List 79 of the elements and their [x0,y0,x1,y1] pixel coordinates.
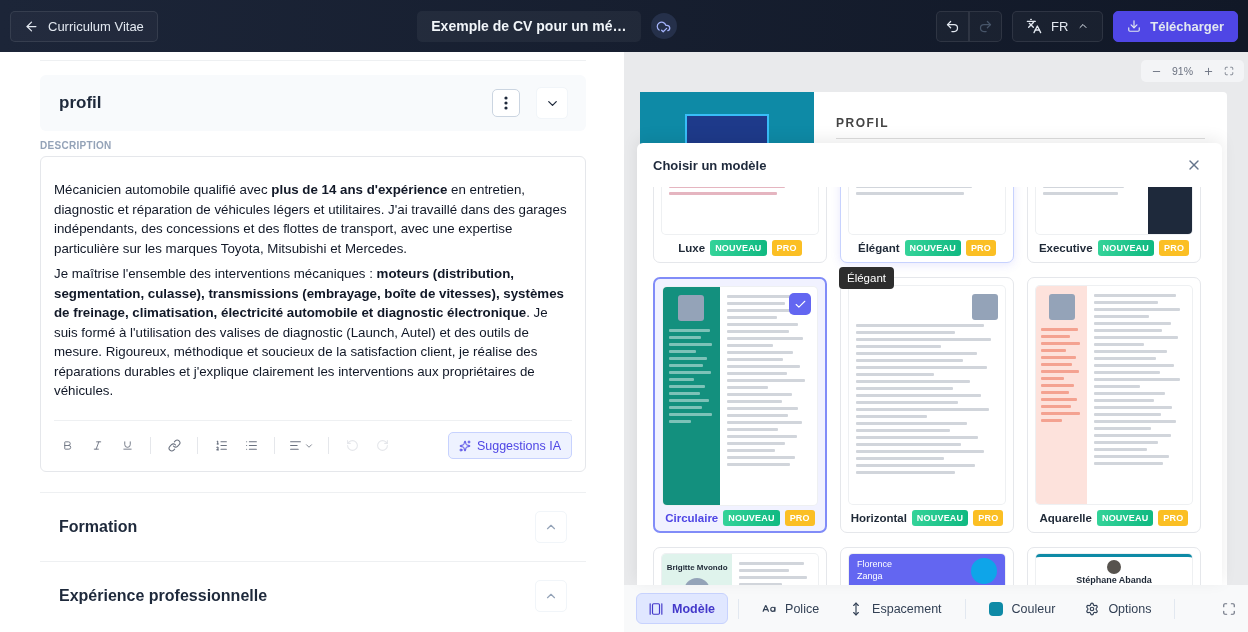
template-badge: NOUVEAU [723,510,780,526]
fullscreen-icon [1222,601,1236,616]
undo-button[interactable] [935,10,969,42]
template-badge: PRO [784,510,815,526]
template-card[interactable]: Stéphane Abanda [1027,547,1201,585]
section-title: profil [59,93,103,113]
more-options-button[interactable] [492,89,520,117]
template-name: Executive [1038,242,1093,254]
preview-name: Brigitte Mvondo [665,562,729,574]
download-icon [1127,19,1142,33]
template-card[interactable]: Executive NOUVEAU PRO [1027,187,1201,263]
bold-icon [61,440,73,451]
toolbar-tab[interactable]: Modèle [636,593,729,624]
section-title: Expérience professionnelle [59,586,269,605]
align-left-icon [289,439,302,452]
template-name: Aquarelle [1039,512,1092,524]
language-selector[interactable]: FR [1011,10,1104,42]
template-card[interactable]: Luxe NOUVEAU PRO [653,187,827,263]
dialog-title: Choisir un modèle [653,157,768,173]
rich-text-editor[interactable] [40,156,586,472]
template-badge: PRO [965,240,997,256]
translate-icon [1025,18,1042,34]
expand-icon [1224,66,1234,76]
template-card[interactable]: Aquarelle NOUVEAU PRO [1027,277,1201,533]
description-paragraph: Mécanicien automobile qualifié avec plus de 14 ans d'expérience en entretien, diagnostic et réparation de véhicules légers et utilitaires. J'ai travaillé dans des garages indépendants, des concessions et des flottes de transport, avec une expertise particulière sur les marques Toyota, Mitsubishi et Mercedes. [54,181,568,258]
template-badge: PRO [1159,240,1190,256]
template-card[interactable]: Élégant NOUVEAU PRO [840,187,1014,263]
template-badge: NOUVEAU [1097,240,1154,256]
cloud-saved-button[interactable] [650,13,677,39]
toolbar-tab[interactable]: Couleur [975,593,1069,624]
carousel-icon [649,601,663,616]
bullet-list-icon [244,439,258,452]
underline-icon [121,440,133,451]
zoom-in-button[interactable] [1203,65,1214,77]
arrow-left-icon [24,18,39,34]
zoom-level: 91% [1172,65,1193,77]
redo-icon [375,439,389,452]
description-paragraph: Je maîtrise l'ensemble des interventions mécaniques : moteurs (distribution, segmentation, culasse), transmissions (embrayage, boîte de vitesses), systèmes de freinage, climatisation, électricité automobile et diagnostic électronique. Je suis formé à l'utilisation des valises de diagnostic (Launch, Autel) et des outils de mesure. Rigoureux, méthodique et soucieux de la satisfaction client, je réalise des réparations durables et j'explique clairement les interventions aux propriétaires de véhicules. [54,265,565,400]
collapse-button[interactable] [536,87,568,119]
fullscreen-button[interactable] [1222,601,1236,616]
template-name: Élégant [857,242,900,254]
template-badge: PRO [973,510,1004,526]
download-button[interactable]: Télécharger [1113,10,1238,42]
template-card[interactable]: Brigitte Mvondo [653,547,827,585]
ai-suggestions-button[interactable]: Suggestions IA [447,432,572,459]
template-badge: NOUVEAU [904,240,961,256]
tooltip: Élégant [839,267,894,289]
section-title: Formation [59,517,139,536]
undo-icon [345,439,359,452]
template-badge: NOUVEAU [1096,510,1154,526]
template-badge: NOUVEAU [911,510,969,526]
numbered-list-icon [214,439,228,452]
toolbar-tab[interactable]: Espacement [836,593,955,624]
template-name: Circulaire [665,512,719,524]
template-card[interactable]: Florence Zanga [840,547,1014,585]
cv-section-heading: PROFIL [836,116,1205,139]
settings-icon [1085,601,1100,616]
fit-screen-button[interactable] [1224,66,1234,76]
template-name: Luxe [678,242,706,254]
toolbar-tab[interactable]: Police [749,593,833,624]
preview-name: Florence Zanga [856,558,893,582]
toolbar-tab[interactable]: Options [1072,593,1165,624]
template-card[interactable]: Circulaire NOUVEAU PRO [653,277,827,533]
more-vertical-icon [504,96,508,110]
cloud-check-icon [656,18,672,34]
plus-icon [1203,65,1214,77]
italic-icon [91,440,103,451]
undo-icon [944,18,960,34]
field-label: DESCRIPTION [40,140,113,151]
template-badge: PRO [771,240,802,256]
link-icon [167,439,181,452]
preview-name: Stéphane Abanda [1075,574,1153,585]
template-badge: PRO [1158,510,1189,526]
template-name: Horizontal [850,512,907,524]
sparkles-icon [458,439,471,452]
back-button[interactable]: Curriculum Vitae [10,10,158,42]
document-title[interactable]: Exemple de CV pour un mé… [417,10,641,42]
template-badge: NOUVEAU [710,240,767,256]
redo-icon [977,18,993,34]
